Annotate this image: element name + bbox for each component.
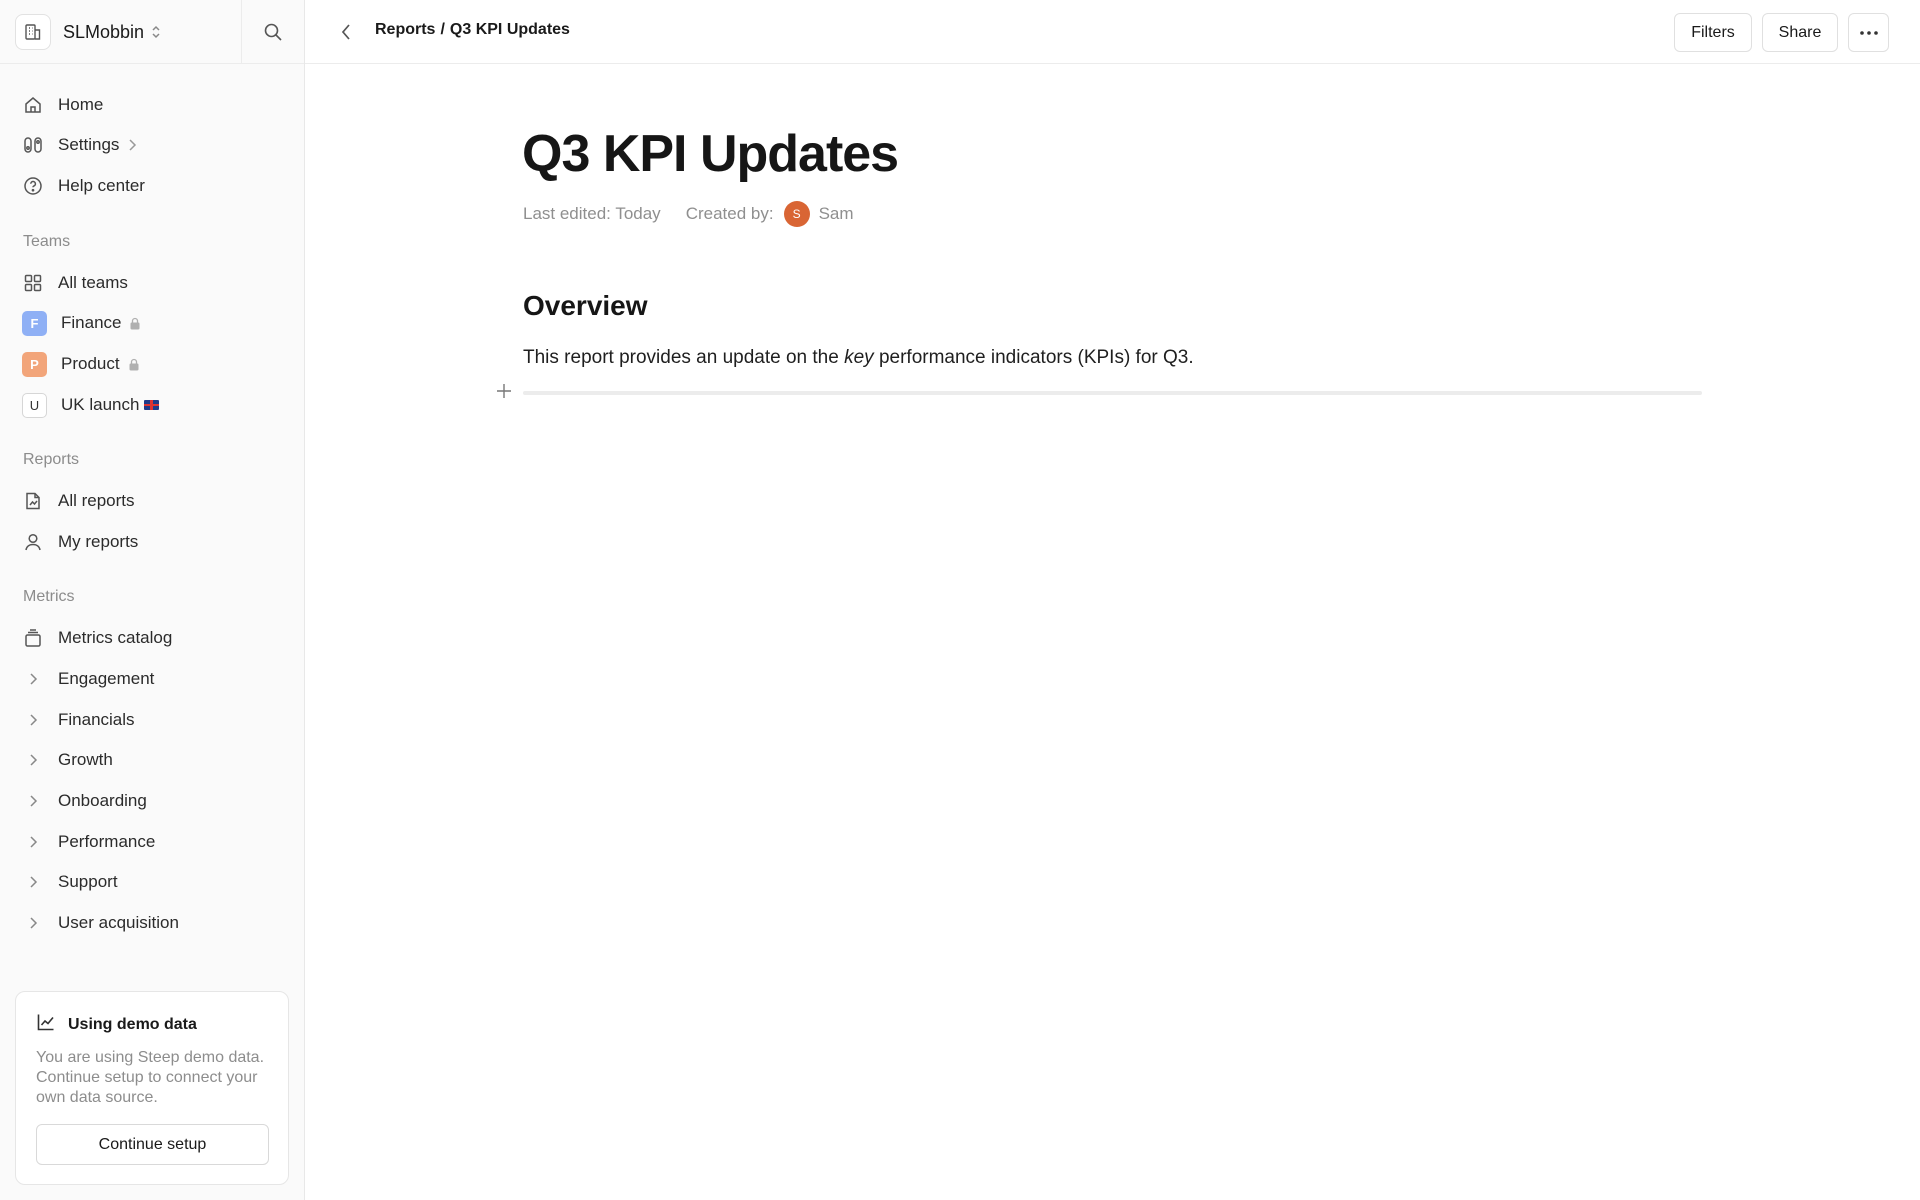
home-icon	[22, 94, 44, 116]
breadcrumb-separator: /	[440, 21, 445, 38]
breadcrumb-parent[interactable]: Reports	[375, 21, 435, 39]
section-label-metrics: Metrics	[23, 588, 75, 605]
sidebar-item-label: Product	[61, 354, 120, 373]
sidebar-item-label: Growth	[58, 750, 113, 769]
lock-icon	[129, 317, 141, 330]
section-heading[interactable]: Overview	[523, 290, 648, 322]
created-by-label: Created by:	[685, 204, 774, 223]
sidebar-item-home[interactable]: Home	[22, 88, 282, 122]
sidebar-item-label: UK launch	[61, 395, 140, 414]
sidebar-item-label: Settings	[58, 135, 120, 154]
sidebar-item-user-acquisition[interactable]: User acquisition	[22, 906, 282, 940]
sidebar-item-label: Performance	[58, 832, 156, 851]
uk-flag-icon	[144, 400, 160, 410]
block-divider	[523, 391, 1702, 395]
sidebar-item-engagement[interactable]: Engagement	[22, 662, 282, 696]
share-button[interactable]: Share	[1762, 13, 1838, 52]
chevron-right-icon	[22, 912, 44, 934]
line-chart-icon	[36, 1012, 56, 1037]
team-avatar: P	[22, 351, 47, 377]
demo-data-card: Using demo data You are using Steep demo…	[15, 991, 289, 1185]
help-icon	[22, 175, 44, 197]
workspace-header: SLMobbin	[0, 0, 304, 64]
paragraph-text: This report provides an update on the	[523, 347, 845, 368]
chevron-right-icon	[22, 749, 44, 771]
sidebar-item-financials[interactable]: Financials	[22, 703, 282, 737]
chevron-right-icon	[22, 871, 44, 893]
continue-setup-button[interactable]: Continue setup	[36, 1124, 269, 1165]
sidebar-item-uk-launch[interactable]: U UK launch	[22, 388, 282, 422]
sidebar-item-product[interactable]: P Product	[22, 347, 282, 381]
sidebar-item-support[interactable]: Support	[22, 865, 282, 899]
back-button[interactable]	[331, 17, 361, 47]
author-name: Sam	[818, 204, 854, 223]
demo-description: You are using Steep demo data. Continue …	[36, 1049, 265, 1106]
breadcrumb: Reports / Q3 KPI Updates	[375, 21, 570, 39]
sidebar-item-help-center[interactable]: Help center	[22, 169, 282, 203]
filters-button[interactable]: Filters	[1674, 13, 1752, 52]
chevron-left-icon	[341, 24, 350, 40]
team-avatar: F	[22, 310, 47, 336]
sidebar-item-label: Finance	[61, 313, 122, 332]
sidebar-item-my-reports[interactable]: My reports	[22, 525, 282, 559]
sidebar-item-performance[interactable]: Performance	[22, 825, 282, 859]
topbar: Reports / Q3 KPI Updates Filters Share	[305, 0, 1920, 64]
paragraph-text: performance indicators (KPIs) for Q3.	[873, 347, 1194, 368]
grid-icon	[22, 272, 44, 294]
chevron-right-icon	[22, 831, 44, 853]
demo-title-row: Using demo data	[36, 1012, 197, 1037]
sidebar-item-metrics-catalog[interactable]: Metrics catalog	[22, 621, 282, 655]
sidebar-item-label: My reports	[58, 532, 139, 551]
paragraph-emphasis: key	[844, 347, 874, 368]
section-label-reports: Reports	[23, 451, 80, 468]
avatar: S	[783, 201, 810, 227]
section-label-teams: Teams	[23, 233, 71, 250]
more-options-button[interactable]	[1848, 13, 1889, 52]
chevron-right-icon	[22, 790, 44, 812]
sidebar-item-label: Home	[58, 95, 104, 114]
sidebar-item-finance[interactable]: F Finance	[22, 306, 282, 340]
sidebar-item-label: Onboarding	[58, 791, 147, 810]
sidebar-item-all-teams[interactable]: All teams	[22, 266, 282, 300]
search-icon	[264, 23, 282, 41]
sidebar-item-growth[interactable]: Growth	[22, 743, 282, 777]
chevron-right-icon	[22, 709, 44, 731]
sidebar-item-label: Support	[58, 872, 118, 891]
chevron-right-icon	[127, 138, 137, 152]
page-title[interactable]: Q3 KPI Updates	[522, 124, 899, 184]
building-icon	[15, 14, 51, 50]
last-edited: Last edited: Today	[523, 204, 661, 223]
overview-paragraph[interactable]: This report provides an update on the ke…	[523, 347, 1194, 369]
sidebar-item-all-reports[interactable]: All reports	[22, 484, 282, 518]
user-icon	[22, 531, 44, 553]
sidebar-item-label: Financials	[58, 710, 135, 729]
chevron-right-icon	[22, 668, 44, 690]
ellipsis-icon	[1859, 30, 1878, 35]
workspace-switcher[interactable]: SLMobbin	[15, 14, 162, 50]
breadcrumb-current: Q3 KPI Updates	[449, 21, 570, 38]
plus-icon	[497, 384, 511, 398]
sidebar-item-label: Engagement	[58, 669, 155, 688]
document-meta: Last edited: Today Created by: S Sam	[523, 199, 854, 229]
sidebar-item-label: User acquisition	[58, 913, 179, 932]
add-block-button[interactable]	[495, 382, 513, 400]
sidebar-item-settings[interactable]: Settings	[22, 128, 282, 162]
catalog-icon	[22, 627, 44, 649]
lock-icon	[128, 358, 140, 371]
sidebar-item-label: All reports	[58, 491, 135, 510]
report-icon	[22, 490, 44, 512]
sidebar-item-label: All teams	[58, 273, 128, 292]
chevron-up-down-icon	[150, 24, 162, 40]
demo-title: Using demo data	[68, 1015, 197, 1033]
team-avatar: U	[22, 392, 47, 418]
sidebar: SLMobbin Home Settings Help center Teams…	[0, 0, 305, 1200]
sidebar-item-label: Help center	[58, 176, 145, 195]
workspace-name: SLMobbin	[63, 21, 145, 42]
sidebar-item-onboarding[interactable]: Onboarding	[22, 784, 282, 818]
settings-icon	[22, 134, 44, 156]
sidebar-item-label: Metrics catalog	[58, 628, 173, 647]
search-button[interactable]	[241, 0, 304, 64]
